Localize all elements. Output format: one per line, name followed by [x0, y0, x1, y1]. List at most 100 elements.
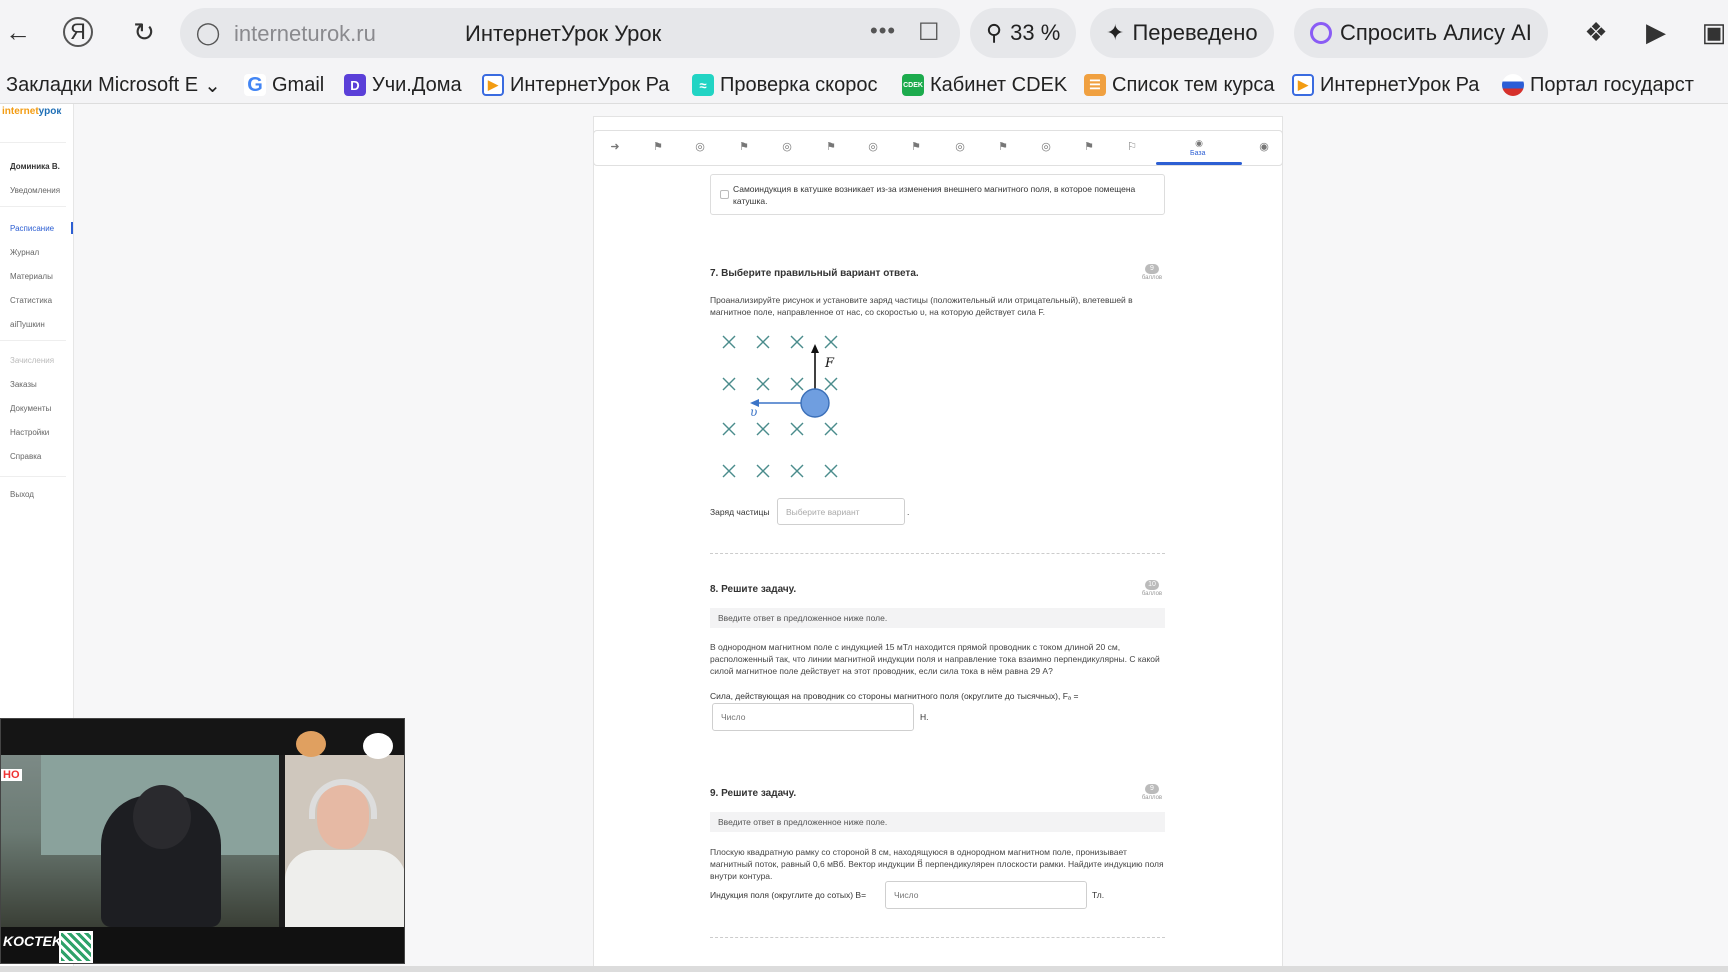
stream-overlay: НО KOCTEK [0, 718, 405, 964]
address-bar[interactable]: ◯ interneturok.ru ИнтернетУрок Урок ••• … [180, 8, 960, 58]
step-chat-icon[interactable]: ◎ [1038, 139, 1054, 155]
answer-option[interactable]: Самоиндукция в катушке возникает из-за и… [710, 174, 1165, 215]
q9-answer-label: Индукция поля (округлите до сотых) B= [710, 890, 867, 900]
shield-icon[interactable]: ◯ [194, 19, 222, 47]
step-trophy-icon[interactable]: ⚑ [823, 139, 839, 155]
sidebar-item-schedule[interactable]: Расписание [10, 224, 54, 233]
bookmark-interneturok-2[interactable]: ▶ ИнтернетУрок Ра [1292, 71, 1479, 99]
media-play-icon[interactable]: ▶ [1638, 14, 1674, 50]
q8-unit: Н. [920, 712, 929, 722]
sidebar-item-materials[interactable]: Материалы [10, 272, 53, 281]
divider [0, 142, 66, 143]
bookmark-icon[interactable]: ☐ [918, 18, 940, 47]
q7-answer-label: Заряд частицы [710, 507, 770, 517]
q9-answer-input[interactable] [885, 881, 1087, 909]
step-video-icon[interactable]: ◎ [779, 139, 795, 155]
sidebar-item-statistics[interactable]: Статистика [10, 296, 52, 305]
option-text: Самоиндукция в катушке возникает из-за и… [733, 184, 1136, 206]
list-icon: ☰ [1084, 74, 1106, 96]
bookmark-cdek[interactable]: CDEK Кабинет CDEK [902, 71, 1067, 99]
bookmark-uchi[interactable]: D Учи.Дома [344, 71, 462, 99]
bookmark-speedtest[interactable]: ≈ Проверка скорос [692, 71, 877, 99]
sidebar-item-aipushkin[interactable]: aiПушкин [10, 320, 45, 329]
bookmark-label: Учи.Дома [372, 73, 462, 96]
option-checkbox[interactable] [720, 190, 729, 199]
bookmark-interneturok[interactable]: ▶ ИнтернетУрок Ра [482, 71, 669, 99]
chevron-down-icon: ⌄ [204, 74, 221, 97]
bookmark-folder[interactable]: Закладки Microsoft E ⌄ [6, 71, 221, 99]
step-trophy-icon[interactable]: ⚑ [736, 139, 752, 155]
force-label: F [824, 356, 835, 371]
step-extra-icon[interactable]: ◉ [1256, 139, 1272, 155]
q8-answer-input[interactable] [712, 703, 914, 731]
site-logo[interactable]: internetурок [2, 106, 61, 117]
sidebar-item-documents[interactable]: Документы [10, 404, 51, 413]
q9-points-badge: 9 баллов [1140, 784, 1164, 801]
q9-text: Плоскую квадратную рамку со стороной 8 с… [710, 847, 1164, 881]
translate-button[interactable]: ✦ Переведено [1090, 8, 1274, 58]
bookmark-gmail[interactable]: G Gmail [244, 71, 324, 99]
step-flag-icon[interactable]: ⚐ [1124, 139, 1140, 155]
alice-button[interactable]: Спросить Алису AI [1294, 8, 1548, 58]
question-divider [710, 937, 1165, 938]
q9-hint: Введите ответ в предложенное ниже поле. [710, 812, 1165, 832]
step-video-icon[interactable]: ◎ [952, 139, 968, 155]
bookmark-gosuslugi[interactable]: Портал государст [1502, 71, 1694, 99]
back-arrow-icon[interactable]: ← [0, 14, 36, 50]
sidebar-item-logout[interactable]: Выход [10, 490, 34, 499]
question-divider [710, 553, 1165, 554]
q8-points: 10 [1145, 580, 1159, 590]
streamer-body [285, 850, 404, 927]
bottom-scroll-strip [0, 966, 1728, 972]
step-trophy-icon[interactable]: ⚑ [908, 139, 924, 155]
stream-side-tag: НО [1, 769, 22, 781]
sidebar-user[interactable]: Доминика В. [10, 162, 60, 171]
q9-points: 9 [1145, 784, 1159, 794]
step-trophy-icon[interactable]: ⚑ [995, 139, 1011, 155]
q8-text: В однородном магнитном поле с индукцией … [710, 642, 1160, 676]
charged-particle [800, 388, 830, 418]
bookmark-label: ИнтернетУрок Ра [510, 73, 670, 96]
magnetic-field-figure: F υ [712, 330, 852, 480]
play-icon: ▶ [482, 74, 504, 96]
bookmark-label: Gmail [272, 73, 325, 96]
cdek-icon: CDEK [902, 74, 924, 96]
search-zoom-icon: ⚲ [986, 20, 1003, 45]
sidebar-item-help[interactable]: Справка [10, 452, 41, 461]
field-diagram: F υ [722, 335, 838, 478]
velocity-label: υ [750, 405, 757, 419]
q8-hint: Введите ответ в предложенное ниже поле. [710, 608, 1165, 628]
translate-icon: ✦ [1106, 20, 1125, 45]
yandex-icon[interactable]: Я [63, 17, 93, 47]
speedtest-icon: ≈ [692, 74, 714, 96]
hand-sticker-icon [363, 733, 393, 759]
q7-charge-select[interactable]: Выберите вариант [777, 498, 905, 525]
person-head [133, 785, 191, 849]
bookmark-label: Закладки Microsoft E [6, 73, 199, 96]
sidebar-item-enrollments[interactable]: Зачисления [10, 356, 54, 365]
extensions-icon[interactable]: ❖ [1578, 14, 1614, 50]
step-trophy-icon[interactable]: ⚑ [1081, 139, 1097, 155]
step-video-icon[interactable]: ◎ [865, 139, 881, 155]
step-base-icon[interactable]: ◉ [1191, 135, 1207, 151]
logo-part-2: урок [38, 106, 62, 117]
reload-icon[interactable]: ↻ [126, 14, 162, 50]
more-dots-icon[interactable]: ••• [870, 18, 896, 44]
q7-points: 9 [1145, 264, 1159, 274]
step-trophy-icon[interactable]: ⚑ [650, 139, 666, 155]
step-start-icon[interactable]: ➜ [607, 139, 623, 155]
sidebar-item-settings[interactable]: Настройки [10, 428, 49, 437]
sidebar-item-notifications[interactable]: Уведомления [10, 186, 60, 195]
bookmark-course-topics[interactable]: ☰ Список тем курса [1084, 71, 1274, 99]
sidebar-item-orders[interactable]: Заказы [10, 380, 37, 389]
gift-icon[interactable]: ▣ [1696, 14, 1728, 50]
q8-points-label: баллов [1141, 591, 1163, 597]
address-page-title: ИнтернетУрок Урок [465, 21, 662, 46]
zoom-button[interactable]: ⚲ 33 % [970, 8, 1077, 58]
sidebar-item-journal[interactable]: Журнал [10, 248, 39, 257]
stream-video-left [1, 755, 279, 927]
q7-title: 7. Выберите правильный вариант ответа. [710, 268, 919, 279]
q9-title: 9. Решите задачу. [710, 788, 797, 799]
force-arrowhead [811, 344, 819, 353]
step-video-icon[interactable]: ◎ [692, 139, 708, 155]
